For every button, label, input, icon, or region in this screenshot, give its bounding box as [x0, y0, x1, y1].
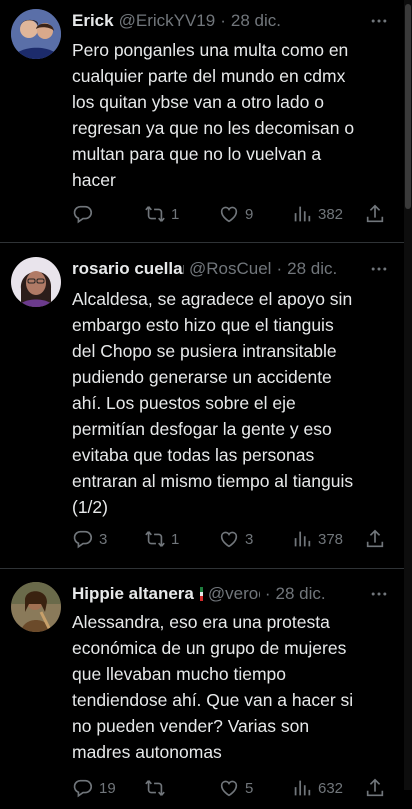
tweet-date[interactable]: 28 dic. [287, 259, 337, 279]
reply-count: 3 [99, 530, 108, 548]
author-handle[interactable]: @ErickYV19 [119, 11, 216, 31]
tweet-hippie[interactable]: Hippie altanera @veroc · 28 dic. Alessan… [0, 569, 404, 809]
share-button[interactable] [364, 526, 386, 552]
reply-icon [72, 777, 94, 799]
heart-icon [218, 777, 240, 799]
share-icon [364, 203, 386, 225]
more-icon[interactable] [368, 583, 390, 605]
share-button[interactable] [364, 775, 386, 801]
author-name[interactable]: rosario cuellar [72, 259, 184, 279]
reply-count: 19 [99, 779, 116, 797]
like-count: 3 [245, 530, 254, 548]
retweet-count: 1 [171, 205, 180, 223]
more-icon[interactable] [368, 10, 390, 32]
retweet-icon [144, 528, 166, 550]
views-icon [291, 203, 313, 225]
retweet-icon [144, 203, 166, 225]
separator-dot: · [276, 259, 283, 278]
views-icon [291, 528, 313, 550]
like-count: 9 [245, 205, 254, 223]
like-count: 5 [245, 779, 254, 797]
reply-button[interactable] [72, 201, 99, 227]
tweet-rosario[interactable]: rosario cuellar @RosCuel · 28 dic. Alcal… [0, 243, 404, 569]
views-count: 382 [318, 205, 344, 223]
separator-dot: · [220, 11, 226, 30]
retweet-button[interactable] [144, 775, 171, 801]
views-button[interactable]: 632 [291, 775, 343, 801]
tweet-text: Alessandra, eso era una protesta económi… [72, 612, 354, 762]
like-button[interactable]: 3 [218, 526, 253, 552]
scrollbar-thumb[interactable] [405, 4, 411, 209]
retweet-icon [144, 777, 166, 799]
share-button[interactable] [364, 201, 386, 227]
reply-button[interactable]: 19 [72, 775, 116, 801]
views-count: 632 [318, 779, 344, 797]
separator-dot: · [264, 584, 271, 603]
heart-icon [218, 203, 240, 225]
retweet-button[interactable]: 1 [144, 201, 179, 227]
avatar[interactable] [11, 9, 61, 59]
author-name[interactable]: Erick [72, 11, 114, 31]
author-handle[interactable]: @RosCuel [189, 259, 271, 279]
reply-icon [72, 528, 94, 550]
reply-button[interactable]: 3 [72, 526, 107, 552]
like-button[interactable]: 9 [218, 201, 253, 227]
tweet-actions: 19 5 632 [72, 775, 390, 801]
author-name[interactable]: Hippie altanera [72, 584, 194, 604]
author-handle[interactable]: @veroc [208, 584, 260, 604]
tweet-text: Alcaldesa, se agradece el apoyo sin emba… [72, 289, 354, 517]
tweet-actions: 3 1 3 378 [72, 526, 390, 552]
avatar[interactable] [11, 582, 61, 632]
views-button[interactable]: 378 [291, 526, 343, 552]
tweet-actions: 1 9 382 [72, 201, 390, 227]
views-button[interactable]: 382 [291, 201, 343, 227]
scrollbar[interactable] [404, 0, 412, 790]
share-icon [364, 777, 386, 799]
tweet-date[interactable]: 28 dic. [231, 11, 281, 31]
avatar[interactable] [11, 257, 61, 307]
like-button[interactable]: 5 [218, 775, 253, 801]
share-icon [364, 528, 386, 550]
tweet-date[interactable]: 28 dic. [276, 584, 326, 604]
views-icon [291, 777, 313, 799]
retweet-button[interactable]: 1 [144, 526, 179, 552]
retweet-count: 1 [171, 530, 180, 548]
tweet-erick[interactable]: Erick @ErickYV19 · 28 dic. Pero ponganle… [0, 0, 404, 243]
more-icon[interactable] [368, 258, 390, 280]
heart-icon [218, 528, 240, 550]
tweet-text: Pero ponganles una multa como en cualqui… [72, 40, 355, 190]
flag-badge [199, 587, 203, 602]
views-count: 378 [318, 530, 344, 548]
reply-icon [72, 203, 94, 225]
